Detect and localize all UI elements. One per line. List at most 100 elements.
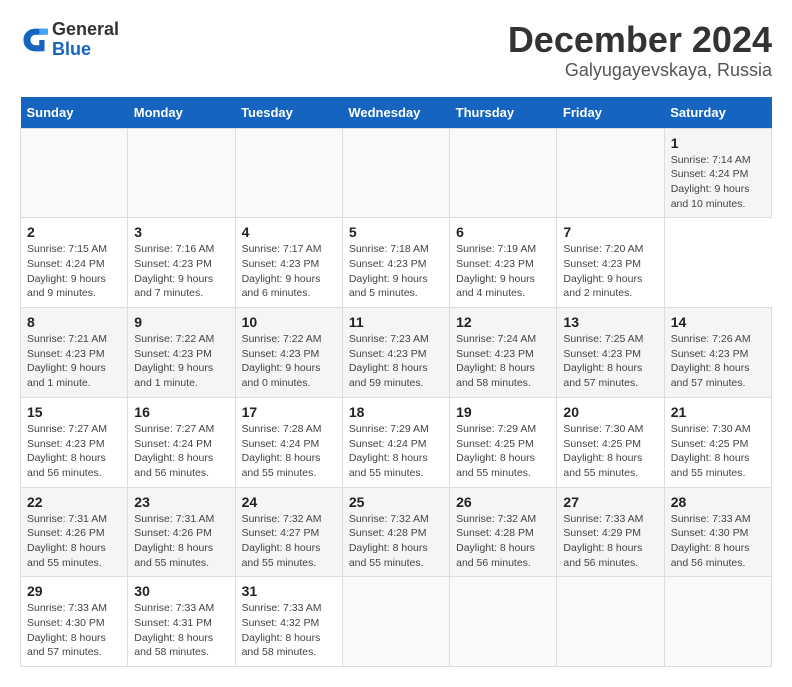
calendar-cell	[557, 577, 664, 667]
calendar-cell	[664, 577, 771, 667]
day-number: 1	[671, 135, 765, 151]
day-info: Sunrise: 7:24 AMSunset: 4:23 PMDaylight:…	[456, 332, 550, 391]
calendar-cell	[450, 577, 557, 667]
day-info: Sunrise: 7:17 AMSunset: 4:23 PMDaylight:…	[242, 242, 336, 301]
calendar-cell: 27Sunrise: 7:33 AMSunset: 4:29 PMDayligh…	[557, 487, 664, 577]
col-wednesday: Wednesday	[342, 97, 449, 129]
calendar-cell: 25 Sunrise: 7:32 AMSunset: 4:28 PMDayligh…	[342, 487, 449, 577]
month-title: December 2024	[508, 20, 772, 60]
day-number: 18	[349, 404, 443, 420]
day-number: 11	[349, 314, 443, 330]
calendar-cell: 2Sunrise: 7:15 AMSunset: 4:24 PMDaylight…	[21, 218, 128, 308]
location: Galyugayevskaya, Russia	[508, 60, 772, 81]
logo-text: General Blue	[52, 20, 119, 60]
logo: General Blue	[20, 20, 119, 60]
calendar-cell: 14 Sunrise: 7:26 AMSunset: 4:23 PMDayligh…	[664, 308, 771, 398]
day-info: Sunrise: 7:33 AMSunset: 4:32 PMDaylight:…	[242, 601, 336, 660]
day-number: 25	[349, 494, 443, 510]
calendar-cell: 10Sunrise: 7:22 AMSunset: 4:23 PMDayligh…	[235, 308, 342, 398]
calendar-cell: 24 Sunrise: 7:32 AMSunset: 4:27 PMDayligh…	[235, 487, 342, 577]
calendar-cell: 17 Sunrise: 7:28 AMSunset: 4:24 PMDayligh…	[235, 397, 342, 487]
day-number: 4	[242, 224, 336, 240]
day-number: 22	[27, 494, 121, 510]
day-info: Sunrise: 7:23 AMSunset: 4:23 PMDaylight:…	[349, 332, 443, 391]
calendar-cell: 13 Sunrise: 7:25 AMSunset: 4:23 PMDayligh…	[557, 308, 664, 398]
day-info: Sunrise: 7:32 AMSunset: 4:28 PMDaylight:…	[456, 512, 550, 571]
calendar-table: Sunday Monday Tuesday Wednesday Thursday…	[20, 97, 772, 668]
calendar-header-row: Sunday Monday Tuesday Wednesday Thursday…	[21, 97, 772, 129]
calendar-cell	[342, 128, 449, 218]
day-number: 23	[134, 494, 228, 510]
day-info: Sunrise: 7:32 AMSunset: 4:28 PMDaylight:…	[349, 512, 443, 571]
day-info: Sunrise: 7:22 AMSunset: 4:23 PMDaylight:…	[134, 332, 228, 391]
day-info: Sunrise: 7:30 AMSunset: 4:25 PMDaylight:…	[563, 422, 657, 481]
day-info: Sunrise: 7:32 AMSunset: 4:27 PMDaylight:…	[242, 512, 336, 571]
calendar-week-0: 1 Sunrise: 7:14 AMSunset: 4:24 PMDaylight…	[21, 128, 772, 218]
col-thursday: Thursday	[450, 97, 557, 129]
logo-blue: Blue	[52, 39, 91, 59]
col-sunday: Sunday	[21, 97, 128, 129]
calendar-week-4: 22Sunrise: 7:31 AMSunset: 4:26 PMDayligh…	[21, 487, 772, 577]
day-number: 30	[134, 583, 228, 599]
day-info: Sunrise: 7:26 AMSunset: 4:23 PMDaylight:…	[671, 332, 765, 391]
day-info: Sunrise: 7:33 AMSunset: 4:29 PMDaylight:…	[563, 512, 657, 571]
calendar-week-5: 29 Sunrise: 7:33 AMSunset: 4:30 PMDayligh…	[21, 577, 772, 667]
day-info: Sunrise: 7:25 AMSunset: 4:23 PMDaylight:…	[563, 332, 657, 391]
calendar-cell	[21, 128, 128, 218]
day-number: 13	[563, 314, 657, 330]
logo-icon	[20, 26, 48, 54]
day-number: 14	[671, 314, 765, 330]
calendar-cell: 3 Sunrise: 7:16 AMSunset: 4:23 PMDaylight…	[128, 218, 235, 308]
calendar-week-1: 2Sunrise: 7:15 AMSunset: 4:24 PMDaylight…	[21, 218, 772, 308]
day-info: Sunrise: 7:14 AMSunset: 4:24 PMDaylight:…	[671, 153, 765, 212]
day-info: Sunrise: 7:30 AMSunset: 4:25 PMDaylight:…	[671, 422, 765, 481]
calendar-cell: 30 Sunrise: 7:33 AMSunset: 4:31 PMDayligh…	[128, 577, 235, 667]
col-tuesday: Tuesday	[235, 97, 342, 129]
day-number: 20	[563, 404, 657, 420]
day-info: Sunrise: 7:33 AMSunset: 4:31 PMDaylight:…	[134, 601, 228, 660]
calendar-cell: 31 Sunrise: 7:33 AMSunset: 4:32 PMDayligh…	[235, 577, 342, 667]
day-number: 28	[671, 494, 765, 510]
calendar-cell: 23Sunrise: 7:31 AMSunset: 4:26 PMDayligh…	[128, 487, 235, 577]
day-number: 17	[242, 404, 336, 420]
calendar-cell: 12 Sunrise: 7:24 AMSunset: 4:23 PMDayligh…	[450, 308, 557, 398]
day-number: 26	[456, 494, 550, 510]
day-info: Sunrise: 7:27 AMSunset: 4:24 PMDaylight:…	[134, 422, 228, 481]
calendar-cell	[235, 128, 342, 218]
day-number: 24	[242, 494, 336, 510]
day-number: 15	[27, 404, 121, 420]
calendar-cell: 4 Sunrise: 7:17 AMSunset: 4:23 PMDaylight…	[235, 218, 342, 308]
calendar-cell: 29 Sunrise: 7:33 AMSunset: 4:30 PMDayligh…	[21, 577, 128, 667]
calendar-cell: 26 Sunrise: 7:32 AMSunset: 4:28 PMDayligh…	[450, 487, 557, 577]
day-info: Sunrise: 7:20 AMSunset: 4:23 PMDaylight:…	[563, 242, 657, 301]
title-block: December 2024 Galyugayevskaya, Russia	[508, 20, 772, 81]
calendar-cell: 9 Sunrise: 7:22 AMSunset: 4:23 PMDaylight…	[128, 308, 235, 398]
calendar-cell: 19Sunrise: 7:29 AMSunset: 4:25 PMDayligh…	[450, 397, 557, 487]
day-info: Sunrise: 7:33 AMSunset: 4:30 PMDaylight:…	[27, 601, 121, 660]
calendar-cell: 20 Sunrise: 7:30 AMSunset: 4:25 PMDayligh…	[557, 397, 664, 487]
calendar-cell: 7Sunrise: 7:20 AMSunset: 4:23 PMDaylight…	[557, 218, 664, 308]
day-number: 2	[27, 224, 121, 240]
day-info: Sunrise: 7:19 AMSunset: 4:23 PMDaylight:…	[456, 242, 550, 301]
day-number: 21	[671, 404, 765, 420]
day-info: Sunrise: 7:27 AMSunset: 4:23 PMDaylight:…	[27, 422, 121, 481]
day-info: Sunrise: 7:21 AMSunset: 4:23 PMDaylight:…	[27, 332, 121, 391]
day-number: 31	[242, 583, 336, 599]
day-number: 29	[27, 583, 121, 599]
calendar-cell	[450, 128, 557, 218]
day-info: Sunrise: 7:33 AMSunset: 4:30 PMDaylight:…	[671, 512, 765, 571]
day-number: 5	[349, 224, 443, 240]
day-info: Sunrise: 7:16 AMSunset: 4:23 PMDaylight:…	[134, 242, 228, 301]
calendar-cell: 15 Sunrise: 7:27 AMSunset: 4:23 PMDayligh…	[21, 397, 128, 487]
page-header: General Blue December 2024 Galyugayevska…	[20, 20, 772, 81]
col-friday: Friday	[557, 97, 664, 129]
day-number: 12	[456, 314, 550, 330]
day-info: Sunrise: 7:28 AMSunset: 4:24 PMDaylight:…	[242, 422, 336, 481]
calendar-cell: 28 Sunrise: 7:33 AMSunset: 4:30 PMDayligh…	[664, 487, 771, 577]
day-info: Sunrise: 7:29 AMSunset: 4:25 PMDaylight:…	[456, 422, 550, 481]
day-number: 9	[134, 314, 228, 330]
day-number: 3	[134, 224, 228, 240]
day-info: Sunrise: 7:18 AMSunset: 4:23 PMDaylight:…	[349, 242, 443, 301]
calendar-cell	[342, 577, 449, 667]
calendar-cell: 22Sunrise: 7:31 AMSunset: 4:26 PMDayligh…	[21, 487, 128, 577]
